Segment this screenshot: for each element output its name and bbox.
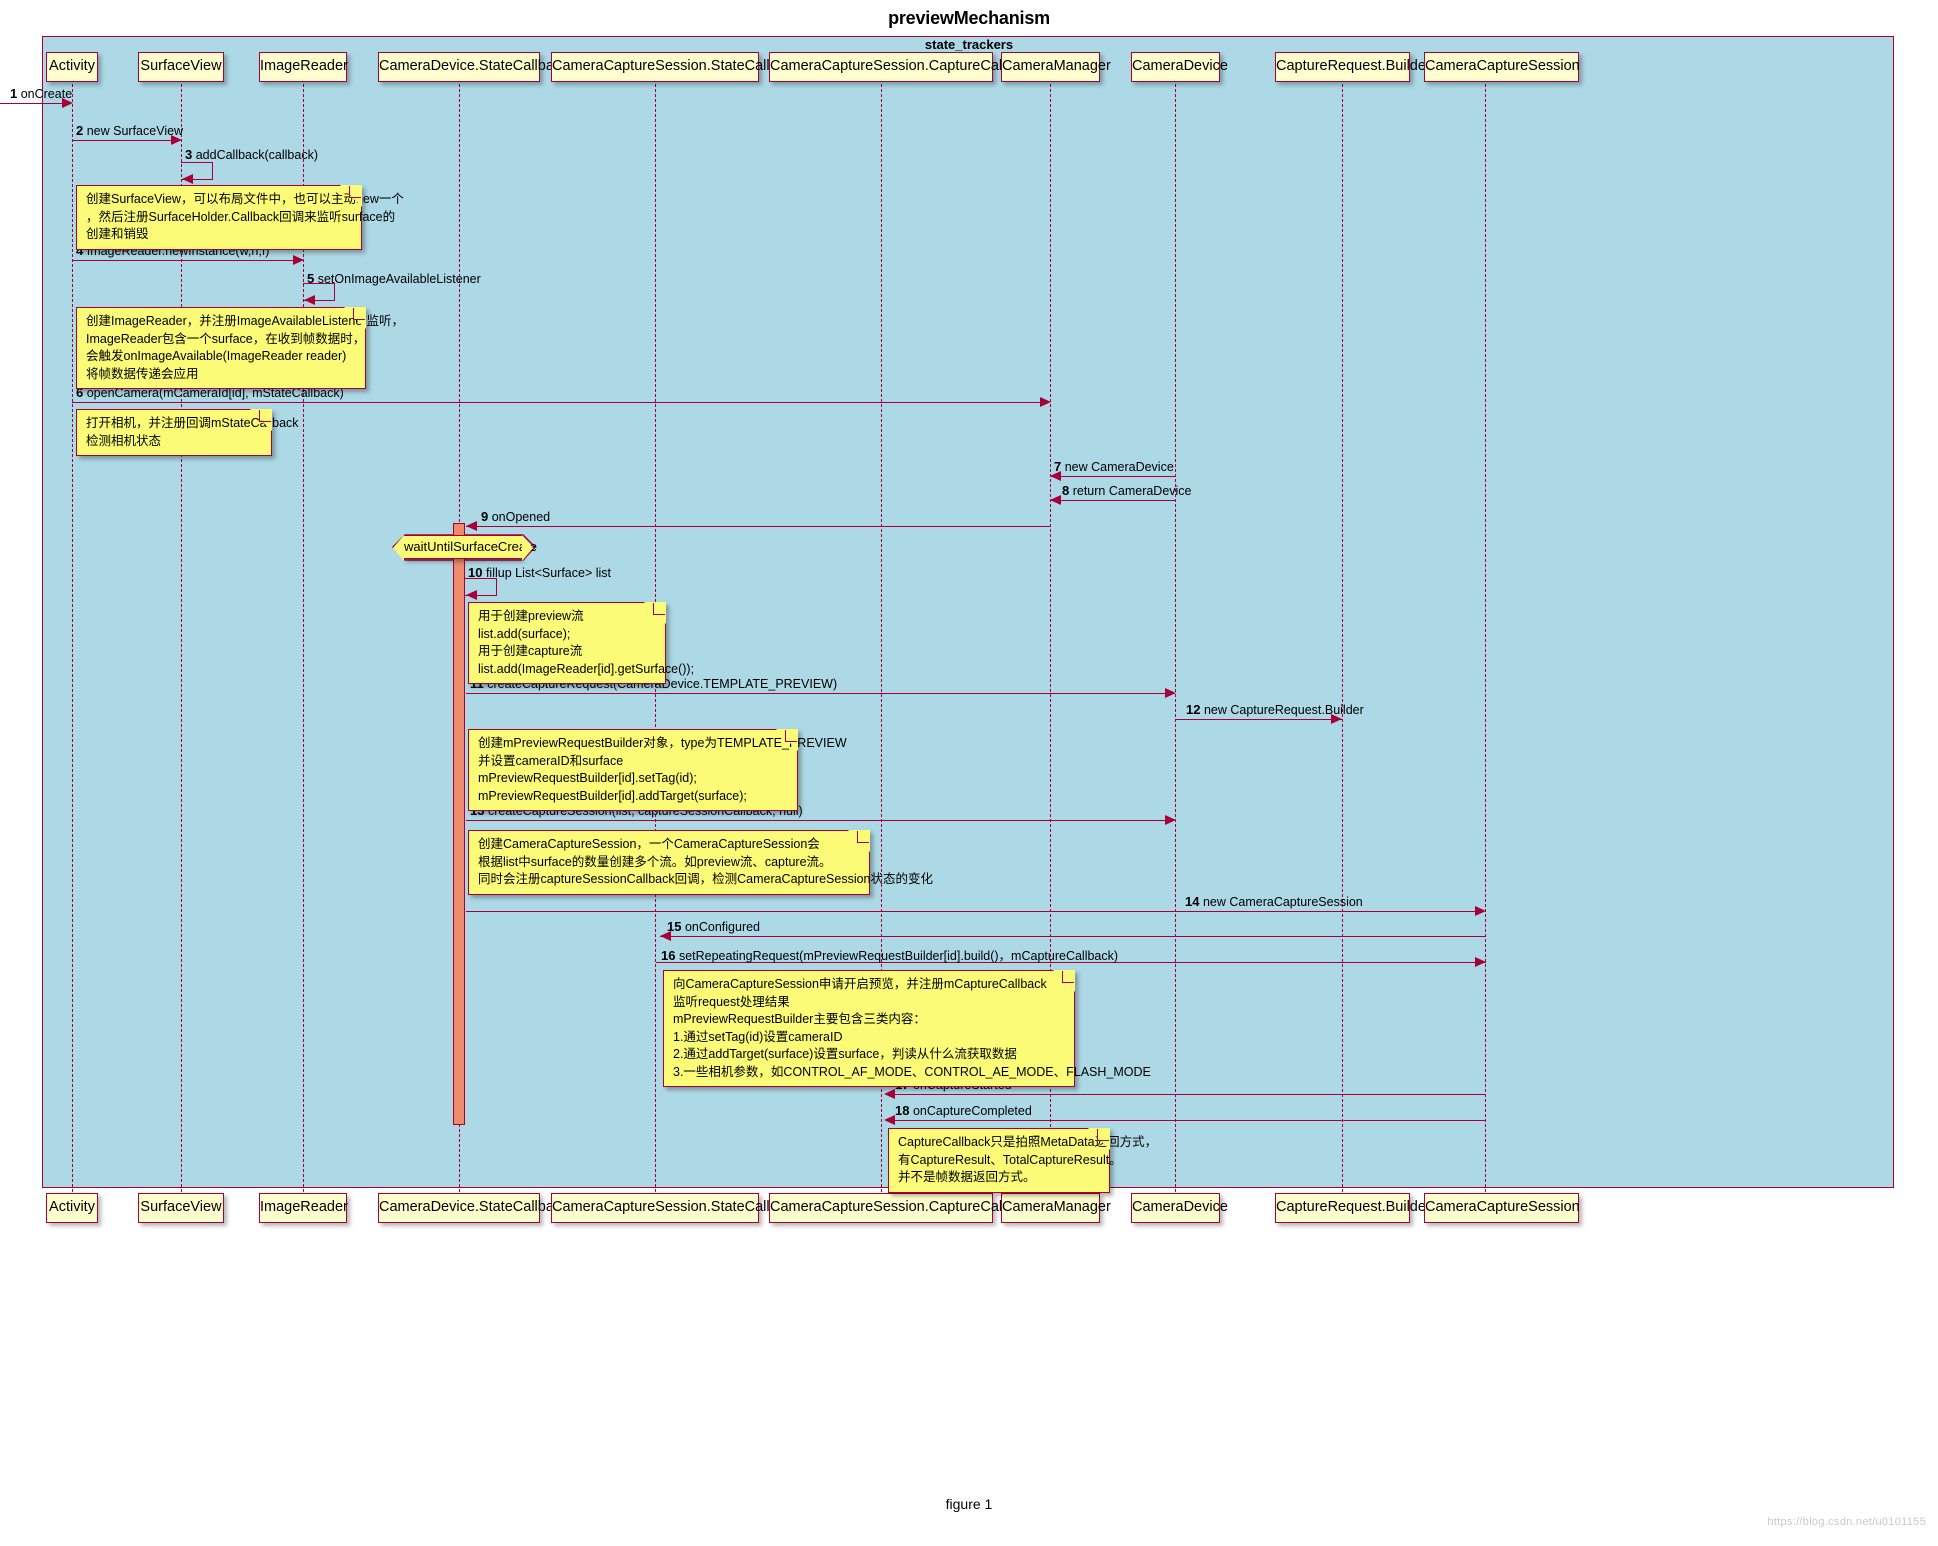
message-8-arrow <box>1050 495 1061 505</box>
message-2-label: 2 new SurfaceView <box>76 123 184 138</box>
note-previewrequestbuilder: 创建mPreviewRequestBuilder对象，type为TEMPLATE… <box>468 729 847 811</box>
participant-cameramgr-top[interactable]: CameraManager <box>1001 52 1111 82</box>
message-2-line <box>72 140 172 141</box>
message-14-line <box>466 911 1476 912</box>
hexagon-right-tip <box>522 534 533 561</box>
participant-surfaceview-bottom[interactable]: SurfaceView <box>138 1193 224 1223</box>
note-surfaceview-creation: 创建SurfaceView，可以布局文件中，也可以主动new一个 ，然后注册Su… <box>76 185 404 250</box>
message-17-arrow <box>884 1089 895 1099</box>
message-1-label: 1 onCreate <box>10 86 73 101</box>
watermark: https://blog.csdn.net/u0101155 <box>1767 1516 1926 1528</box>
participant-imagereader-top[interactable]: ImageReader <box>259 52 348 82</box>
message-8-label: 8 return CameraDevice <box>1062 483 1192 498</box>
participant-capsession-top[interactable]: CameraCaptureSession <box>1424 52 1580 82</box>
participant-reqbuilder-bottom[interactable]: CaptureRequest.Builder <box>1275 1193 1431 1223</box>
message-15-label: 15 onConfigured <box>667 919 761 934</box>
message-6-line <box>72 402 1041 403</box>
message-11-arrow <box>1165 688 1176 698</box>
message-14-arrow <box>1475 906 1486 916</box>
lifeline-capsession <box>1485 84 1486 1192</box>
note-fillup-list: 用于创建preview流 list.add(surface); 用于创建capt… <box>468 602 694 684</box>
message-9-arrow <box>466 521 477 531</box>
participant-devstate-top[interactable]: CameraDevice.StateCallback <box>378 52 568 82</box>
message-5-arrow <box>304 295 315 305</box>
message-13-line <box>466 820 1166 821</box>
participant-activity-bottom[interactable]: Activity <box>46 1193 98 1223</box>
message-7-label: 7 new CameraDevice <box>1054 459 1174 474</box>
message-8-line <box>1050 500 1175 501</box>
message-16-label: 16 setRepeatingRequest(mPreviewRequestBu… <box>661 948 1119 963</box>
delay-waituntilsurfacecreate: waitUntilSurfaceCreate <box>393 534 537 561</box>
participant-activity-top[interactable]: Activity <box>46 52 98 82</box>
message-1-line <box>0 103 63 104</box>
message-9-line <box>466 526 1051 527</box>
participant-sesscapture-bottom[interactable]: CameraCaptureSession.CaptureCallback <box>769 1193 1036 1223</box>
lifeline-reqbuilder <box>1342 84 1343 1192</box>
message-4-line <box>72 260 294 261</box>
message-10-label: 10 fillup List<Surface> list <box>468 565 612 580</box>
note-capturecallback: CaptureCallback只是拍照MetaData返回方式， 有Captur… <box>888 1128 1157 1193</box>
message-17-line <box>886 1094 1486 1095</box>
participant-cameradev-bottom[interactable]: CameraDevice <box>1131 1193 1228 1223</box>
note-imagereader-creation: 创建ImageReader，并注册ImageAvailableListener监… <box>76 307 404 389</box>
message-5-label: 5 setOnImageAvailableListener <box>307 271 481 286</box>
message-18-label: 18 onCaptureCompleted <box>895 1103 1032 1118</box>
participant-devstate-bottom[interactable]: CameraDevice.StateCallback <box>378 1193 568 1223</box>
participant-capsession-bottom[interactable]: CameraCaptureSession <box>1424 1193 1580 1223</box>
figure-caption: figure 1 <box>945 1496 993 1512</box>
message-7-line <box>1050 476 1175 477</box>
message-15-line <box>660 936 1485 937</box>
participant-cameramgr-bottom[interactable]: CameraManager <box>1001 1193 1111 1223</box>
delay-label: waitUntilSurfaceCreate <box>404 539 537 554</box>
participant-sesscapture-top[interactable]: CameraCaptureSession.CaptureCallback <box>769 52 1036 82</box>
participant-sessstate-bottom[interactable]: CameraCaptureSession.StateCallback <box>551 1193 800 1223</box>
participant-cameradev-top[interactable]: CameraDevice <box>1131 52 1228 82</box>
participant-imagereader-bottom[interactable]: ImageReader <box>259 1193 348 1223</box>
message-16-arrow <box>1475 957 1486 967</box>
message-3-label: 3 addCallback(callback) <box>185 147 318 162</box>
note-capturesession-creation: 创建CameraCaptureSession，一个CameraCaptureSe… <box>468 830 933 895</box>
message-6-arrow <box>1040 397 1051 407</box>
message-12-label: 12 new CaptureRequest.Builder <box>1186 702 1364 717</box>
message-18-arrow <box>884 1115 895 1125</box>
participant-sessstate-top[interactable]: CameraCaptureSession.StateCallback <box>551 52 800 82</box>
note-opencamera: 打开相机，并注册回调mStateCallback 检测相机状态 <box>76 409 299 456</box>
lifeline-activity <box>72 84 73 1192</box>
participant-reqbuilder-top[interactable]: CaptureRequest.Builder <box>1275 52 1431 82</box>
message-4-arrow <box>293 255 304 265</box>
lifeline-imagereader <box>303 84 304 1192</box>
message-14-label: 14 new CameraCaptureSession <box>1185 894 1363 909</box>
message-12-line <box>1175 719 1342 720</box>
frame-label: state_trackers <box>924 37 1014 52</box>
message-10-arrow <box>466 590 477 600</box>
message-11-line <box>466 693 1166 694</box>
message-3-arrow <box>182 174 193 184</box>
page-title: previewMechanism <box>888 8 1050 28</box>
sequence-diagram-canvas: previewMechanism state_trackers Activity… <box>0 0 1938 1546</box>
note-setrepeatingrequest: 向CameraCaptureSession申请开启预览，并注册mCaptureC… <box>663 970 1151 1087</box>
message-13-arrow <box>1165 815 1176 825</box>
lifeline-cameradev <box>1175 84 1176 1192</box>
hexagon-left-tip <box>393 534 404 561</box>
participant-surfaceview-top[interactable]: SurfaceView <box>138 52 224 82</box>
message-18-line <box>886 1120 1486 1121</box>
activation-bar-devstate <box>453 523 465 1125</box>
message-9-label: 9 onOpened <box>481 509 551 524</box>
